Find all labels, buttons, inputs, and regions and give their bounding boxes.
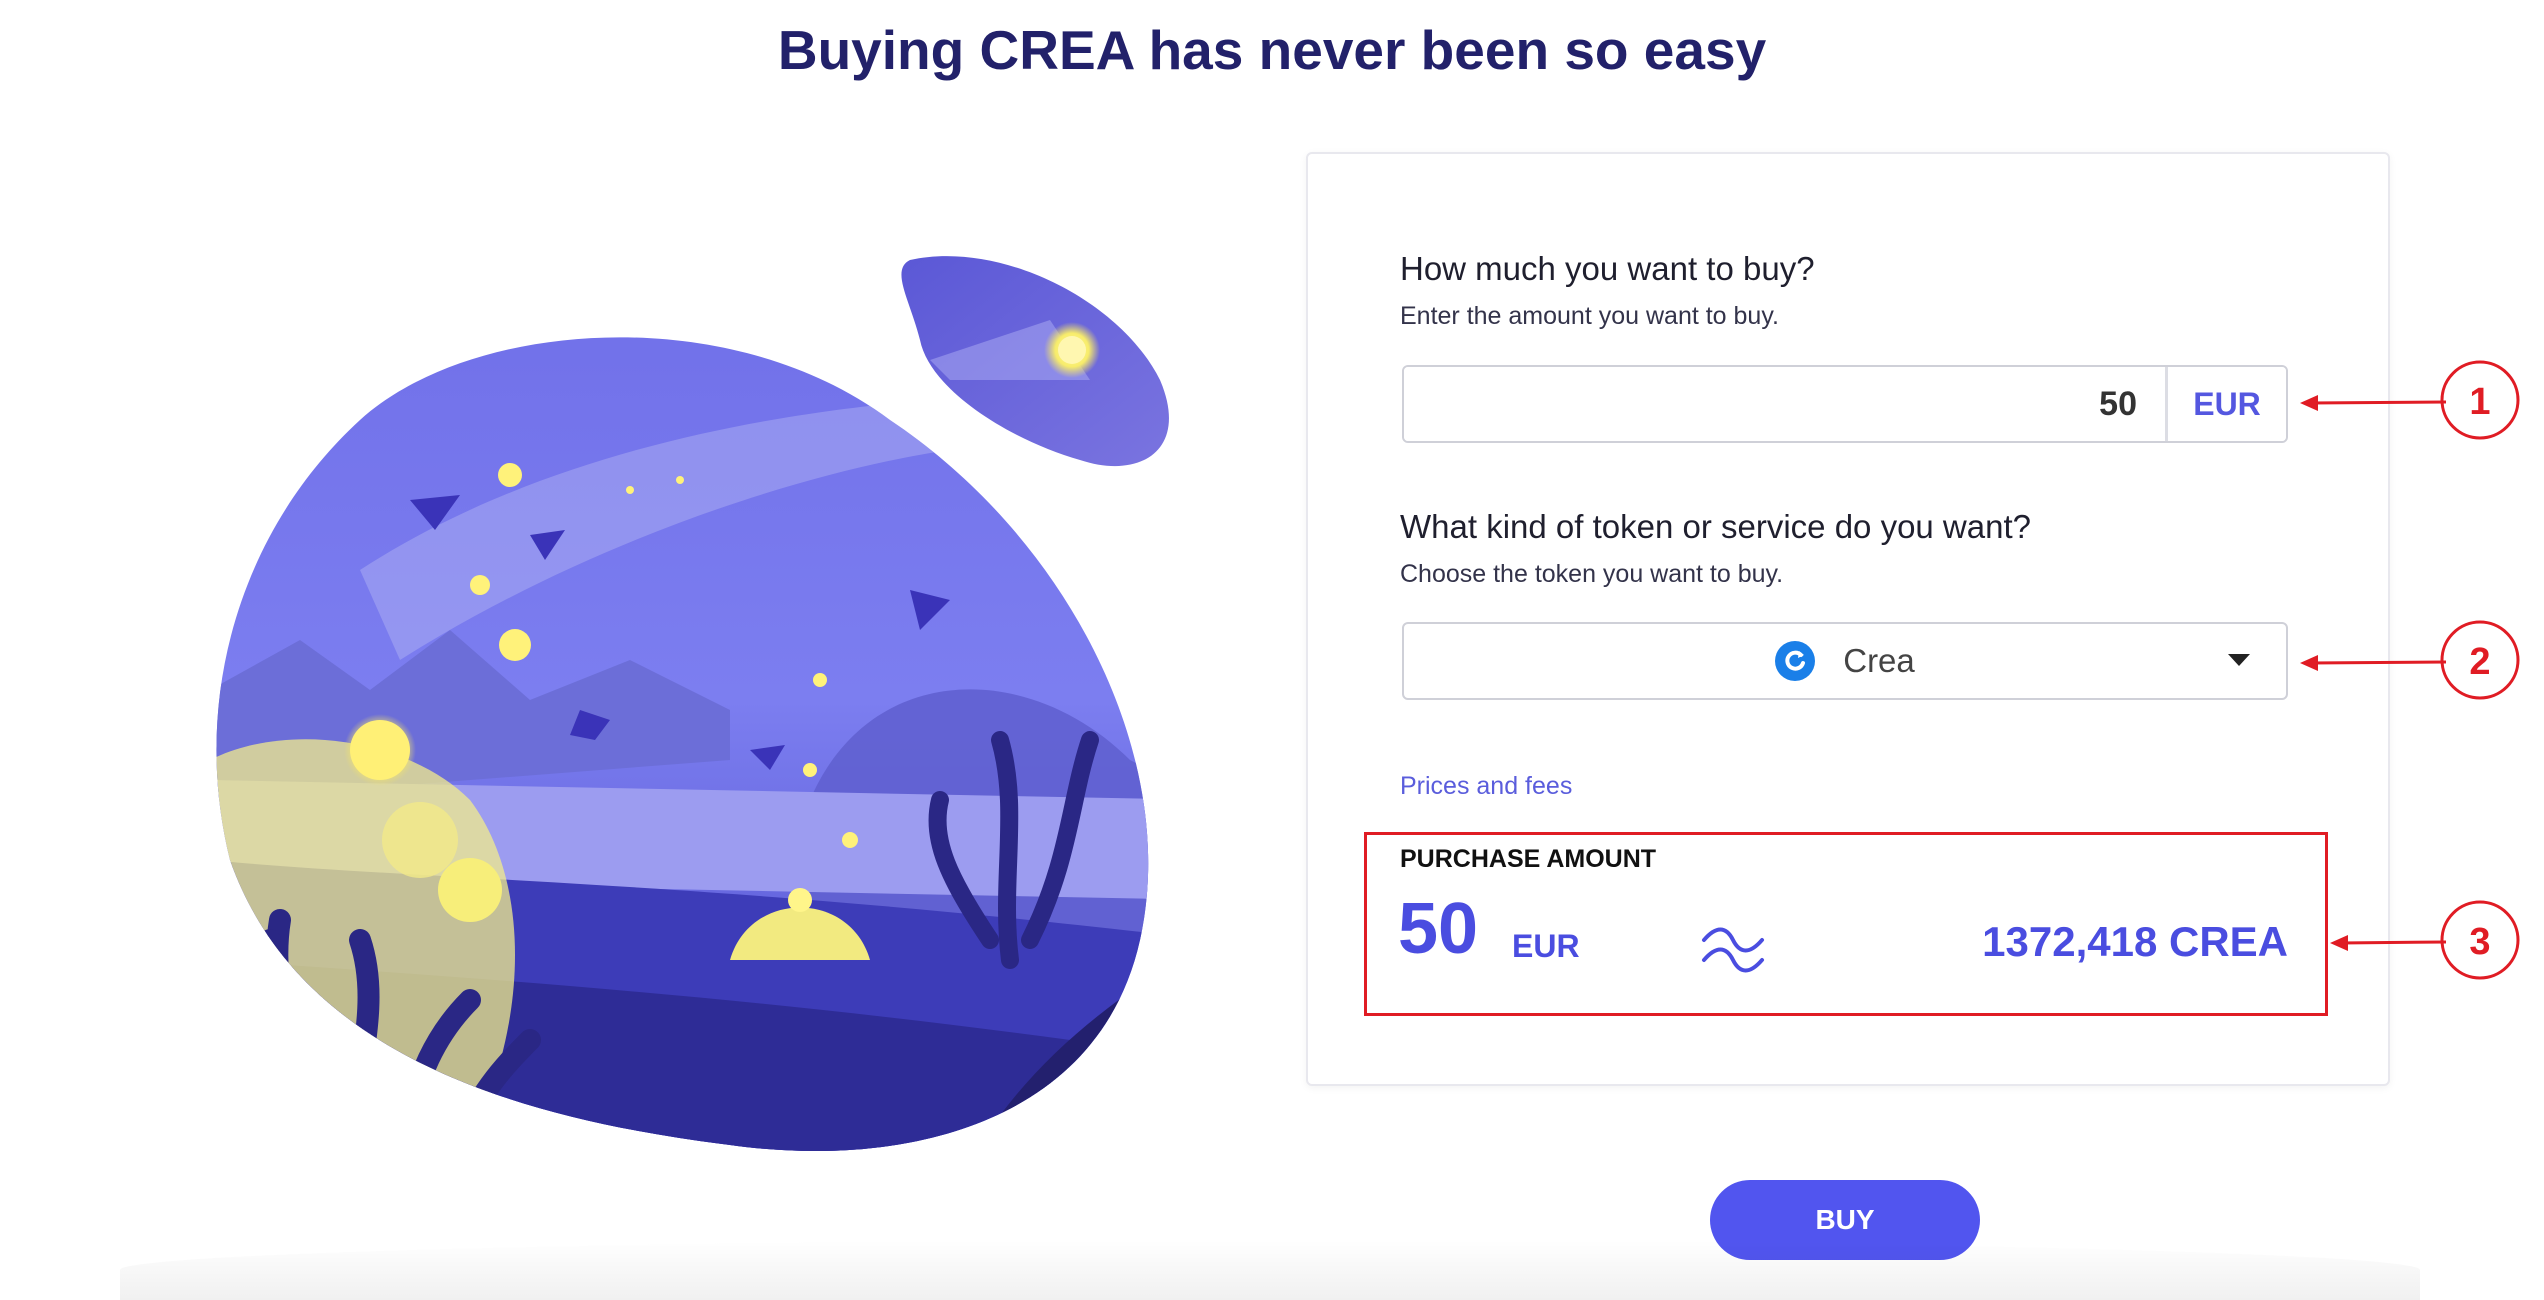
annotation-1: 1 [2469,381,2490,423]
annotation-2: 2 [2469,641,2490,683]
annotation-overlay: 1 2 3 [2300,360,2520,980]
amount-hint: Enter the amount you want to buy. [1400,302,1779,330]
bottom-shadow [120,1240,2420,1300]
hero-illustration [216,256,1169,1152]
page-title: Buying CREA has never been so easy [777,19,1767,81]
amount-question: How much you want to buy? [1400,250,1815,287]
annotation-3: 3 [2469,921,2490,963]
